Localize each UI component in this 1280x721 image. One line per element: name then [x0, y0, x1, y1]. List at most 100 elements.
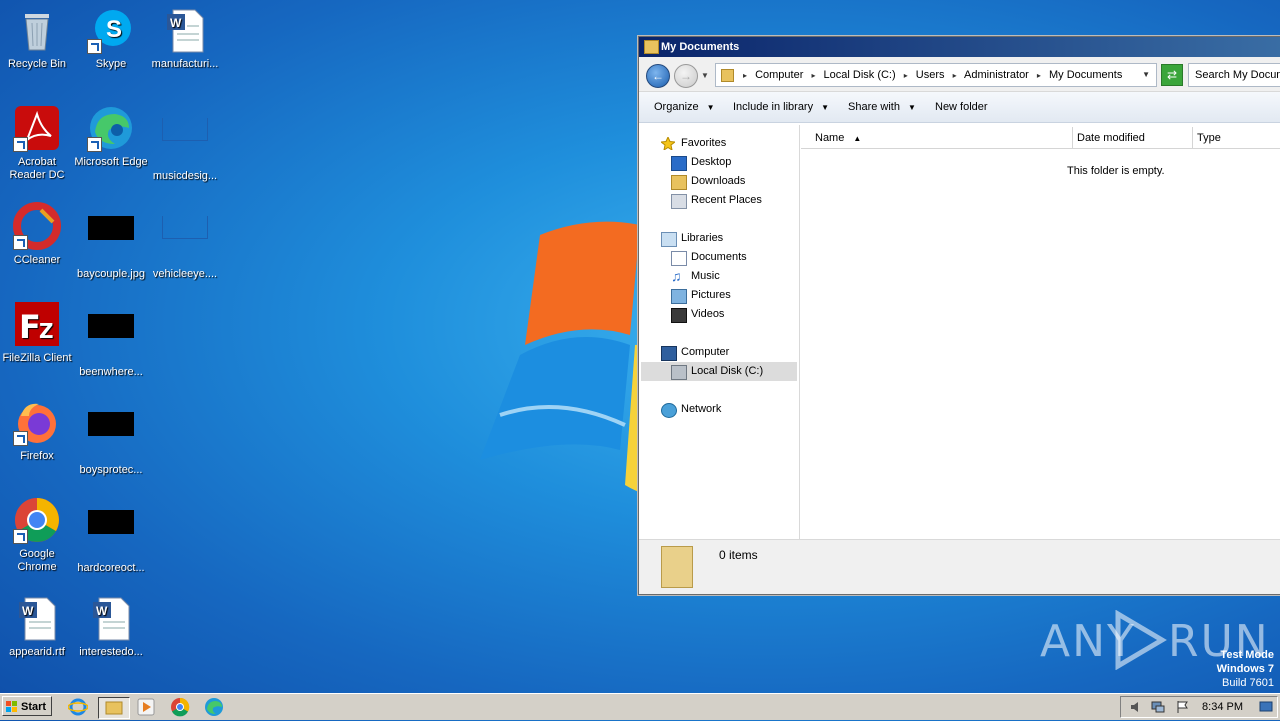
- nav-downloads-label: Downloads: [691, 175, 746, 187]
- include-in-library-menu[interactable]: Include in library ▼: [733, 92, 829, 123]
- start-button[interactable]: Start: [2, 696, 52, 716]
- skype-icon: S: [87, 6, 135, 54]
- desktop-icon-interestedo[interactable]: W interestedo...: [74, 594, 148, 659]
- breadcrumb: ▸ Computer ▸ Local Disk (C:) ▸ Users ▸ A…: [738, 64, 1122, 87]
- firefox-icon: [13, 398, 61, 446]
- desktop-icon-vehicleeye[interactable]: vehicleeye....: [148, 202, 222, 281]
- nav-libraries-label: Libraries: [681, 232, 724, 244]
- watermark-line-3: Build 7601: [1222, 677, 1274, 689]
- action-center-flag-icon[interactable]: [1175, 700, 1189, 714]
- desktop-icon-appearid[interactable]: W appearid.rtf: [0, 594, 74, 659]
- image-thumb-icon: [87, 510, 135, 558]
- new-folder-button[interactable]: New folder: [935, 92, 988, 122]
- acrobat-icon: [13, 104, 61, 152]
- desktop-icon-beenwhere[interactable]: beenwhere...: [74, 300, 148, 379]
- taskbar: Start 8:34 PM: [0, 693, 1280, 720]
- chrome-icon: [13, 496, 61, 544]
- include-in-library-label: Include in library: [733, 101, 814, 113]
- file-thumb-icon: [161, 216, 209, 264]
- column-header-type[interactable]: Type: [1193, 127, 1280, 149]
- downloads-folder-icon: [671, 175, 687, 190]
- network-tray-icon[interactable]: [1151, 700, 1165, 714]
- desktop-icon-manufacturi[interactable]: W manufacturi...: [148, 6, 222, 71]
- share-with-menu[interactable]: Share with ▼: [848, 92, 916, 123]
- svg-text:W: W: [96, 604, 108, 618]
- breadcrumb-administrator[interactable]: Administrator: [964, 69, 1029, 81]
- desktop-icon-recycle-bin[interactable]: Recycle Bin: [0, 6, 74, 71]
- show-desktop-icon[interactable]: [1259, 700, 1273, 714]
- search-input[interactable]: Search My Documents: [1188, 63, 1280, 87]
- desktop-icon-baycouple[interactable]: baycouple.jpg: [74, 202, 148, 281]
- back-button[interactable]: ←: [646, 64, 670, 88]
- computer-icon: [661, 346, 677, 361]
- nav-desktop-label: Desktop: [691, 156, 732, 168]
- nav-local-disk-label: Local Disk (C:): [691, 365, 764, 377]
- desktop-icon-ccleaner[interactable]: CCleaner: [0, 202, 74, 267]
- nav-computer-label: Computer: [681, 346, 730, 358]
- address-input[interactable]: ▸ Computer ▸ Local Disk (C:) ▸ Users ▸ A…: [715, 63, 1157, 87]
- image-thumb-icon: [87, 412, 135, 460]
- window-titlebar[interactable]: My Documents: [639, 37, 1280, 57]
- folder-icon: [661, 546, 693, 588]
- desktop-icon-label: musicdesig...: [152, 170, 218, 182]
- empty-folder-message: This folder is empty.: [1067, 165, 1165, 177]
- edge-taskbar-icon[interactable]: [204, 697, 224, 717]
- recent-places-icon: [671, 194, 687, 209]
- desktop-icon-musicdesig[interactable]: musicdesig...: [148, 104, 222, 183]
- desktop-icon-skype[interactable]: S Skype: [74, 6, 148, 71]
- play-icon: [1115, 610, 1167, 670]
- forward-button[interactable]: →: [674, 64, 698, 88]
- svg-text:F: F: [19, 308, 41, 346]
- nav-music-label: Music: [691, 270, 720, 282]
- desktop-icon-label: Skype: [95, 58, 127, 70]
- desktop-icon-label: boysprotec...: [79, 464, 143, 476]
- chrome-taskbar-icon[interactable]: [170, 697, 190, 717]
- recent-pages-dropdown-icon[interactable]: ▼: [701, 71, 709, 80]
- clock[interactable]: 8:34 PM: [1202, 697, 1243, 717]
- chevron-right-icon[interactable]: ▸: [738, 71, 752, 80]
- desktop-icon-boysprotec[interactable]: boysprotec...: [74, 398, 148, 477]
- desktop-icon-label: interestedo...: [79, 646, 143, 658]
- nav-favorites-label: Favorites: [681, 137, 727, 149]
- chevron-right-icon[interactable]: ▸: [1032, 71, 1046, 80]
- volume-icon[interactable]: [1129, 700, 1143, 714]
- media-player-taskbar-icon[interactable]: [136, 697, 156, 717]
- windows-flag-icon: [6, 701, 17, 712]
- address-dropdown-icon[interactable]: ▼: [1142, 64, 1150, 86]
- desktop-icon-filezilla[interactable]: FZ FileZilla Client: [0, 300, 74, 365]
- word-doc-icon: W: [13, 594, 61, 642]
- chevron-down-icon: ▼: [821, 103, 830, 112]
- word-doc-icon: W: [161, 6, 209, 54]
- image-thumb-icon: [87, 314, 135, 362]
- breadcrumb-local-disk[interactable]: Local Disk (C:): [824, 69, 896, 81]
- explorer-taskbar-icon[interactable]: [98, 697, 130, 719]
- file-list-pane[interactable]: Name ▲ Date modified Type This folder is…: [801, 125, 1280, 540]
- chevron-right-icon[interactable]: ▸: [948, 71, 962, 80]
- desktop-icon-edge[interactable]: Microsoft Edge: [74, 104, 148, 169]
- breadcrumb-my-documents[interactable]: My Documents: [1049, 69, 1122, 81]
- column-header-name[interactable]: Name ▲: [801, 127, 1073, 149]
- ie-taskbar-icon[interactable]: [67, 697, 89, 717]
- desktop-icon-chrome[interactable]: Google Chrome: [0, 496, 74, 574]
- chevron-right-icon[interactable]: ▸: [806, 71, 820, 80]
- explorer-window[interactable]: My Documents ← → ▼ ▸ Computer ▸ Local Di…: [638, 36, 1280, 595]
- refresh-button[interactable]: ⇄: [1161, 64, 1183, 86]
- breadcrumb-computer[interactable]: Computer: [755, 69, 803, 81]
- desktop-icon-hardcoreoct[interactable]: hardcoreoct...: [74, 496, 148, 575]
- nav-local-disk[interactable]: Local Disk (C:): [641, 362, 797, 381]
- organize-menu[interactable]: Organize ▼: [654, 92, 715, 123]
- desktop-icon-label: Acrobat Reader DC: [9, 156, 65, 181]
- desktop-icon: [671, 156, 687, 171]
- desktop-icon-firefox[interactable]: Firefox: [0, 398, 74, 463]
- desktop-icon-acrobat[interactable]: Acrobat Reader DC: [0, 104, 74, 182]
- column-header-date-modified[interactable]: Date modified: [1073, 127, 1193, 149]
- folder-icon: [644, 40, 659, 54]
- desktop-icon-label: vehicleeye....: [152, 268, 218, 280]
- watermark-line-2: Windows 7: [1216, 663, 1274, 675]
- breadcrumb-users[interactable]: Users: [916, 69, 945, 81]
- shortcut-arrow-icon: [13, 529, 28, 544]
- chevron-right-icon[interactable]: ▸: [899, 71, 913, 80]
- svg-text:W: W: [22, 604, 34, 618]
- navigation-pane[interactable]: Favorites Desktop Downloads Recent Place…: [639, 125, 800, 540]
- hard-drive-icon: [671, 365, 687, 380]
